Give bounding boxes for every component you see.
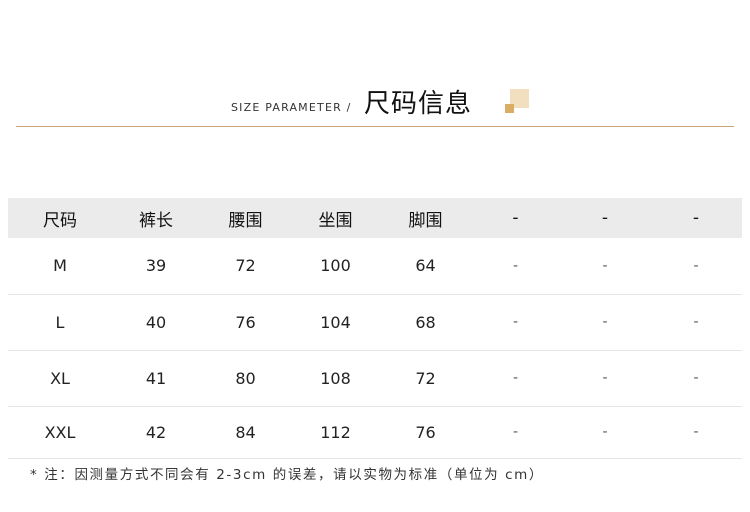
table-cell: 108: [320, 368, 351, 388]
table-row: XL 41 80 108 72 - - -: [8, 350, 742, 406]
table-cell: 72: [415, 368, 436, 388]
table-cell: 68: [415, 312, 436, 332]
table-cell: 84: [235, 422, 256, 442]
header-cell: 脚围: [408, 210, 443, 231]
table-cell: 42: [145, 422, 167, 442]
size-cell: XL: [50, 368, 70, 388]
table-row: XXL 42 84 112 76 - - -: [8, 406, 742, 458]
header-divider: [16, 126, 734, 127]
table-cell: -: [693, 370, 699, 386]
table-cell: -: [602, 424, 608, 440]
table-cell: -: [693, 424, 699, 440]
decorative-squares-icon: [505, 89, 529, 115]
header-cell: 裤长: [139, 210, 173, 231]
size-cell: M: [53, 256, 67, 276]
table-cell: 39: [145, 256, 167, 276]
table-cell: 40: [145, 312, 167, 332]
size-cell: L: [55, 312, 65, 332]
page-subtitle: SIZE PARAMETER /: [231, 101, 352, 114]
table-cell: 80: [235, 368, 256, 388]
table-cell: -: [602, 314, 608, 330]
table-cell: -: [512, 314, 519, 330]
size-table: 尺码 裤长 腰围 坐围 脚围 - - - M 39 72 100 64 - - …: [8, 198, 742, 459]
table-cell: 41: [145, 368, 167, 388]
table-cell: -: [602, 257, 608, 274]
table-cell: 100: [320, 256, 351, 276]
table-cell: -: [512, 370, 519, 386]
measurement-note: * 注：因测量方式不同会有 2-3cm 的误差，请以实物为标准（单位为 cm）: [30, 467, 545, 483]
table-cell: -: [602, 370, 608, 386]
decor-square-dark: [505, 104, 514, 113]
table-cell: 104: [320, 312, 351, 332]
table-cell: 72: [235, 256, 256, 276]
header-cell: 腰围: [228, 210, 263, 231]
size-cell: XXL: [44, 422, 76, 442]
header-cell: 尺码: [43, 210, 77, 231]
table-cell: 76: [415, 422, 436, 442]
header-cell: -: [601, 208, 609, 228]
table-cell: -: [512, 424, 519, 440]
header-cell: -: [692, 208, 700, 228]
table-row: L 40 76 104 68 - - -: [8, 294, 742, 350]
table-cell: -: [693, 257, 699, 274]
header-cell: 坐围: [318, 210, 353, 231]
table-header-row: 尺码 裤长 腰围 坐围 脚围 - - -: [8, 198, 742, 238]
table-cell: -: [693, 314, 699, 330]
header-cell: -: [512, 208, 519, 228]
table-cell: 112: [320, 422, 351, 442]
page-header: SIZE PARAMETER / 尺码信息: [0, 0, 750, 130]
table-row: M 39 72 100 64 - - -: [8, 238, 742, 294]
page-title: 尺码信息: [364, 89, 473, 119]
table-cell: -: [512, 257, 519, 274]
table-cell: 76: [235, 312, 256, 332]
table-cell: 64: [415, 256, 436, 276]
